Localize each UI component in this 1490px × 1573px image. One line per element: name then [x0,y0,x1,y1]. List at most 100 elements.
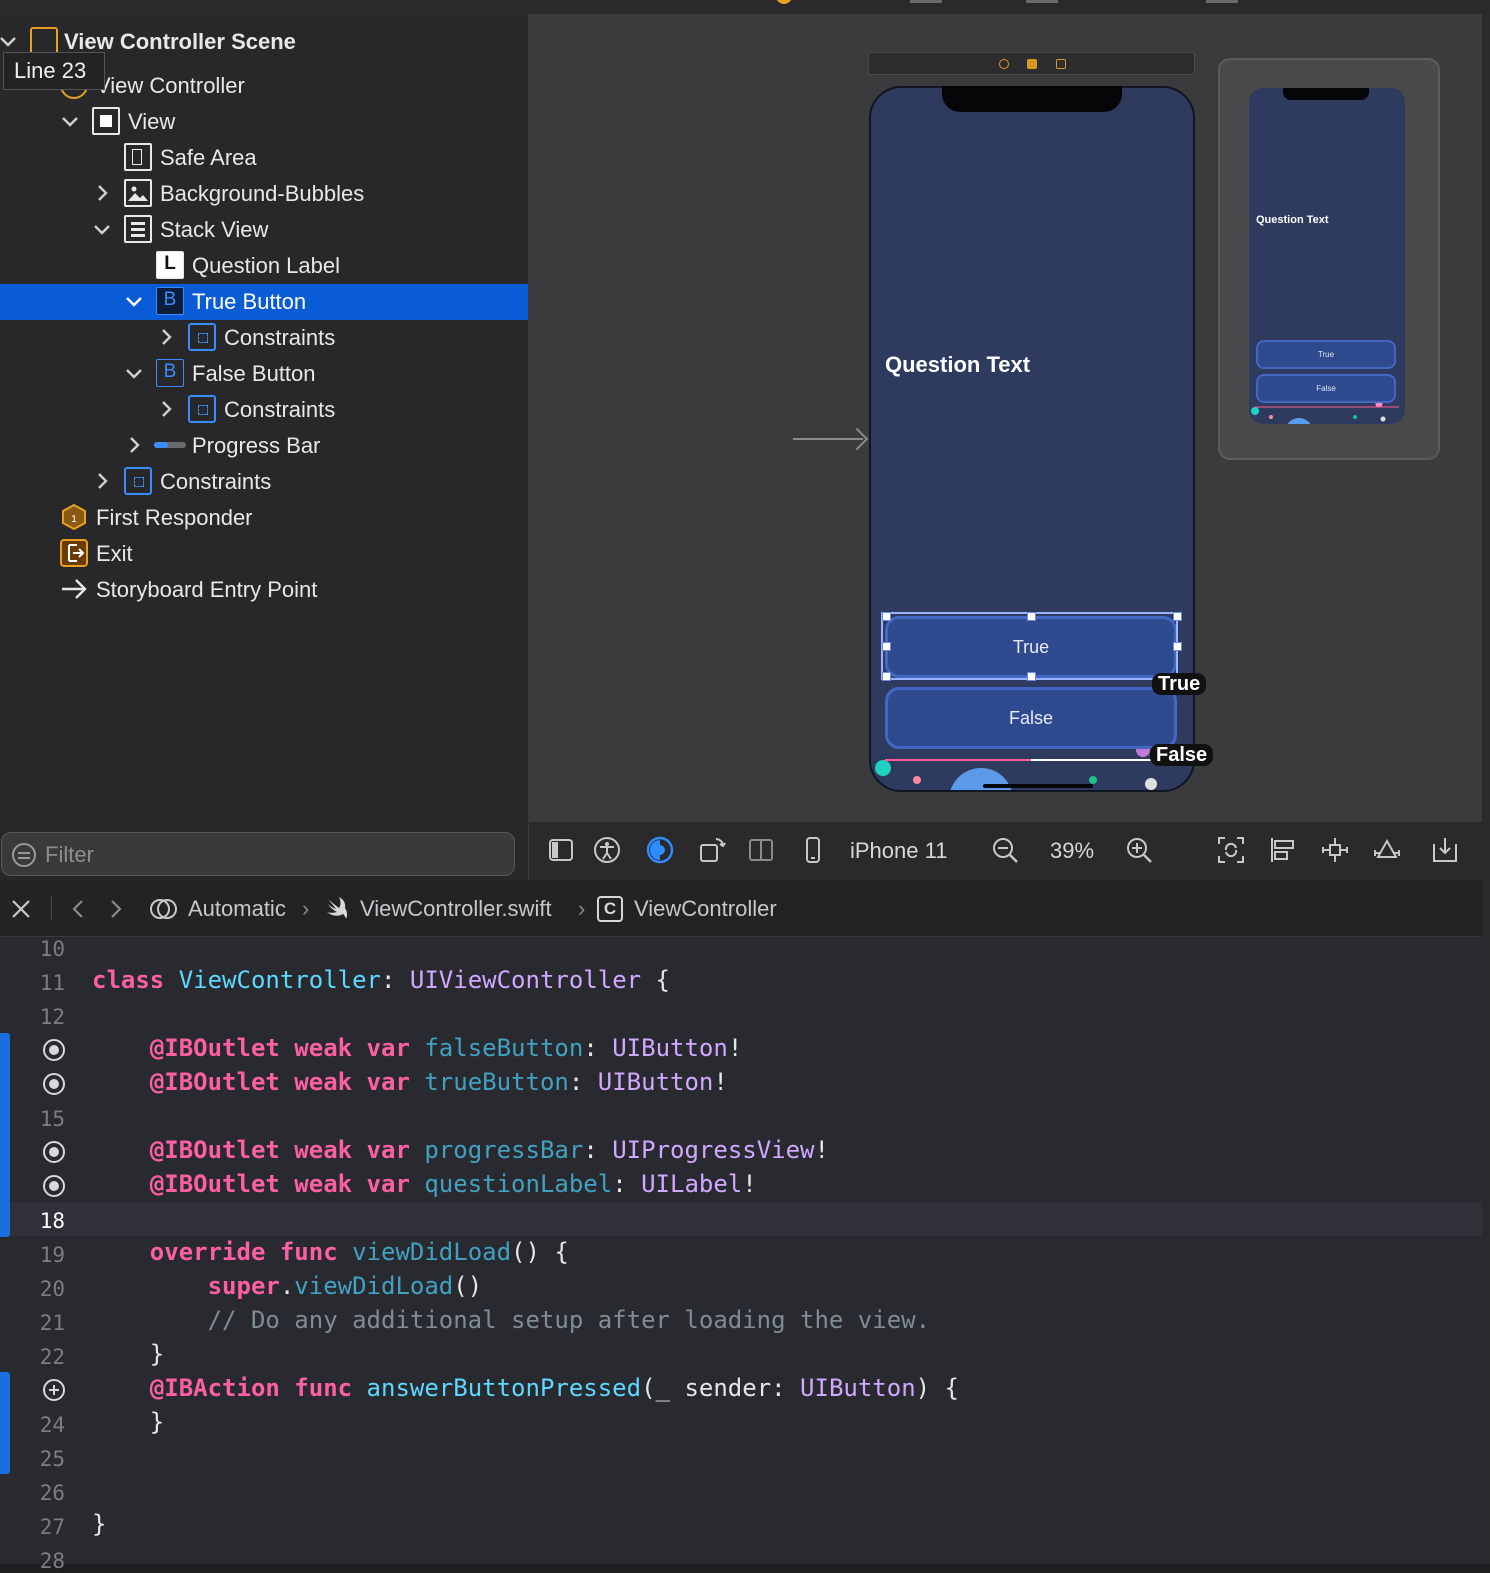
change-bar[interactable] [0,1033,10,1237]
resize-handle[interactable] [1027,672,1036,681]
outline-item-label: Progress Bar [192,433,321,458]
outlet-connected-icon[interactable] [43,1039,65,1061]
code-line[interactable]: } [92,1510,106,1538]
first-responder-dock-icon[interactable] [1027,59,1037,69]
line-number: 21 [39,1311,65,1335]
code-line[interactable]: } [92,1408,164,1436]
outline-item-question-label[interactable]: L Question Label [0,248,528,284]
zoom-in-icon[interactable] [1125,836,1153,864]
change-bar[interactable] [0,1372,10,1474]
align-icon[interactable] [1269,836,1297,864]
preview-notch [1283,88,1369,100]
resize-handle[interactable] [882,612,891,621]
code-line[interactable]: // Do any additional setup after loading… [92,1306,930,1334]
chevron-right-icon[interactable] [92,182,112,204]
jump-bar-mode[interactable]: Automatic [188,896,286,922]
resize-handle[interactable] [1173,612,1182,621]
code-line[interactable]: override func viewDidLoad() { [92,1238,569,1266]
outline-item-exit[interactable]: Exit [0,536,528,572]
divider [51,896,52,920]
resize-handle[interactable] [1027,612,1036,621]
exit-icon [60,539,88,567]
outline-item-label: Constraints [224,325,336,350]
sidebar-toggle-icon[interactable] [547,836,575,864]
svg-text:1: 1 [71,514,77,525]
code-line[interactable]: class ViewController: UIViewController { [92,966,670,994]
false-button[interactable]: False [885,687,1177,749]
embed-in-icon[interactable] [1431,836,1459,864]
exit-dock-icon[interactable] [1056,59,1066,69]
outline-item-view[interactable]: View [0,104,528,140]
outline-item-safe-area[interactable]: Safe Area [0,140,528,176]
code-line[interactable]: @IBAction func answerButtonPressed(_ sen… [92,1374,959,1402]
close-icon[interactable] [10,898,32,920]
view-controller-dock-icon[interactable] [999,59,1009,69]
breadcrumb-symbol[interactable]: ViewController [634,896,777,922]
scene-icon [30,27,58,55]
constraints-icon [124,467,152,495]
outline-item-first-responder[interactable]: 1 First Responder [0,500,528,536]
appearance-icon[interactable] [646,836,674,864]
line-number: 18 [39,1209,65,1233]
back-chevron-icon[interactable] [68,898,88,920]
resize-handle[interactable] [882,642,891,651]
chevron-right-icon[interactable] [156,326,176,348]
code-line[interactable]: @IBOutlet weak var questionLabel: UILabe… [92,1170,757,1198]
chevron-down-icon[interactable] [124,362,144,384]
line-number: 19 [39,1243,65,1267]
resize-handle[interactable] [1173,642,1182,651]
orientation-icon[interactable] [698,836,726,864]
breadcrumb-file[interactable]: ViewController.swift [360,896,552,922]
outlet-connected-icon[interactable] [43,1073,65,1095]
split-view-icon[interactable] [747,836,775,864]
chevron-down-icon[interactable] [92,218,112,240]
outline-filter-field[interactable]: Filter [1,832,515,876]
add-constraints-icon[interactable] [1321,836,1349,864]
resize-handle[interactable] [882,672,891,681]
code-line[interactable]: @IBOutlet weak var trueButton: UIButton! [92,1068,728,1096]
progress-view-icon [154,442,186,448]
outline-item-true-button[interactable]: B True Button [0,284,528,320]
device-notch [942,86,1122,112]
outline-item-constraints[interactable]: Constraints [0,464,528,500]
outline-item-label: Storyboard Entry Point [96,577,318,602]
outline-item-constraints[interactable]: Constraints [0,392,528,428]
outline-item-background-bubbles[interactable]: Background-Bubbles [0,176,528,212]
stack-view-icon [124,215,152,243]
line-tooltip: Line 23 [3,52,105,90]
related-items-icon[interactable] [148,894,178,924]
outline-item-false-button[interactable]: B False Button [0,356,528,392]
zoom-out-icon[interactable] [991,836,1019,864]
line-number: 11 [39,971,65,995]
device-selector[interactable]: iPhone 11 [850,838,947,864]
outline-item-constraints[interactable]: Constraints [0,320,528,356]
accessibility-icon[interactable] [593,836,621,864]
editor-jump-bar: Automatic › ViewController.swift › C Vie… [0,880,1482,937]
outline-item-progress-bar[interactable]: Progress Bar [0,428,528,464]
code-line[interactable]: @IBOutlet weak var falseButton: UIButton… [92,1034,742,1062]
update-frames-icon[interactable] [1217,836,1245,864]
code-line[interactable]: @IBOutlet weak var progressBar: UIProgre… [92,1136,829,1164]
chevron-down-icon[interactable] [0,30,18,52]
outline-item-storyboard-entry-point[interactable]: Storyboard Entry Point [0,572,528,608]
entry-point-arrow[interactable] [793,438,863,440]
code-line[interactable]: super.viewDidLoad() [92,1272,483,1300]
chevron-down-icon[interactable] [124,290,144,312]
question-label[interactable]: Question Text [885,352,1030,378]
chevron-right-icon[interactable] [124,434,144,456]
device-icon[interactable] [799,836,827,864]
chevron-down-icon[interactable] [60,110,80,132]
window-top-strip [0,0,1490,15]
resolve-issues-icon[interactable] [1373,836,1401,864]
zoom-level[interactable]: 39% [1050,838,1094,864]
code-line[interactable]: } [92,1340,164,1368]
forward-chevron-icon[interactable] [106,898,126,920]
scene-dock[interactable] [868,52,1195,75]
chevron-right-icon[interactable] [92,470,112,492]
outlet-connected-icon[interactable] [43,1141,65,1163]
outlet-connected-icon[interactable] [43,1175,65,1197]
action-connect-icon[interactable] [43,1379,65,1401]
constraints-icon [188,395,216,423]
chevron-right-icon[interactable] [156,398,176,420]
outline-item-stack-view[interactable]: Stack View [0,212,528,248]
